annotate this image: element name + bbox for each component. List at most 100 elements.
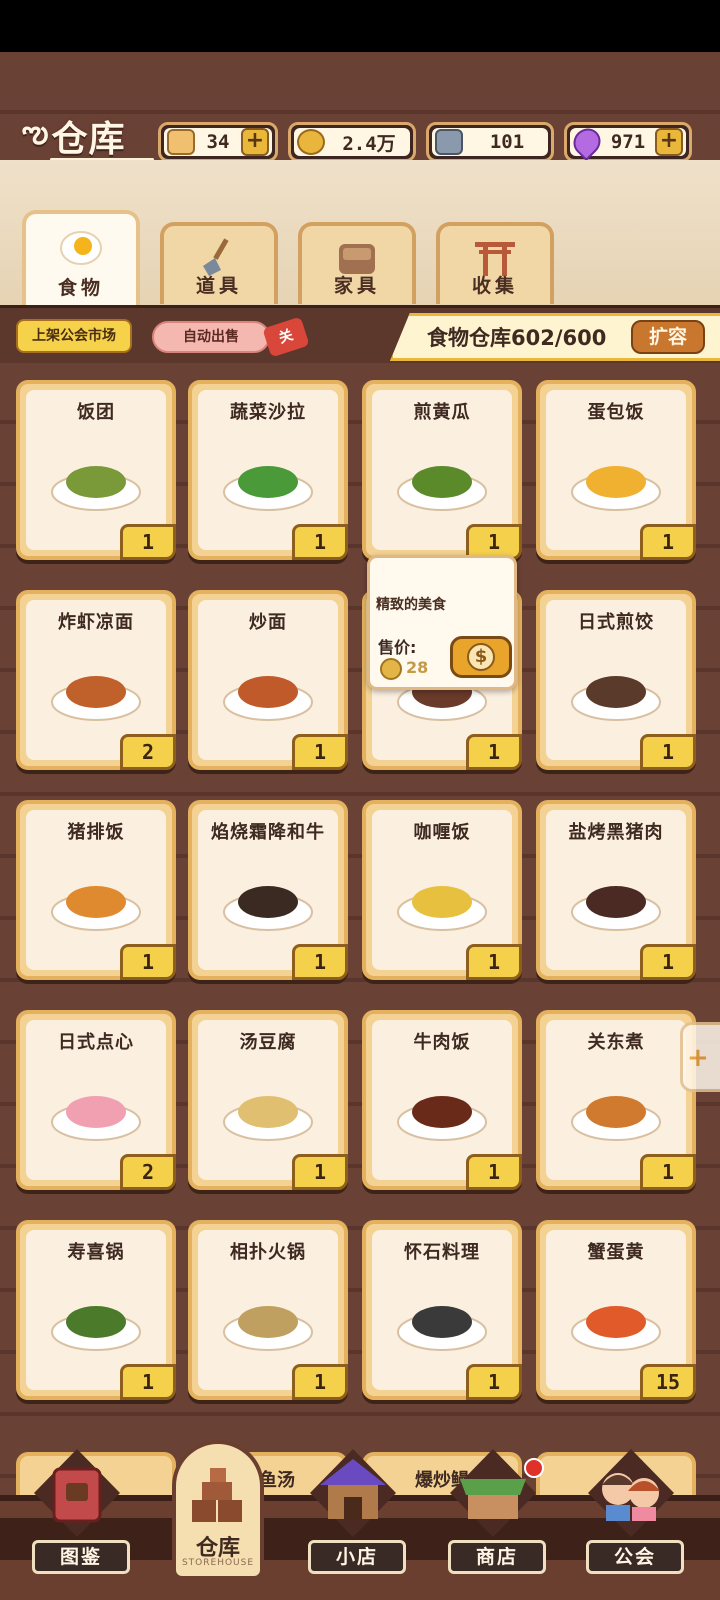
- dish-icon: [220, 1282, 316, 1354]
- dish-icon: [568, 652, 664, 724]
- tooltip-price-label: 售价:: [378, 638, 417, 657]
- food-item-card[interactable]: 相扑火锅 1: [188, 1220, 348, 1400]
- add-tickets-button[interactable]: +: [241, 128, 269, 156]
- dish-icon: [220, 862, 316, 934]
- dish-icon: [48, 1282, 144, 1354]
- food-item-quantity: 1: [120, 944, 176, 980]
- nav-storehouse-sublabel: STOREHOUSE: [181, 1558, 255, 1568]
- food-item-card[interactable]: 怀石料理 1: [362, 1220, 522, 1400]
- food-item-name: 日式点心: [58, 1032, 134, 1053]
- dish-icon: [394, 1072, 490, 1144]
- item-tooltip: 精致的美食 售价: 28 $: [367, 555, 517, 690]
- food-item-quantity: 2: [120, 1154, 176, 1190]
- food-item-name: 蟹蛋黄: [587, 1242, 645, 1263]
- food-item-quantity: 1: [292, 1364, 348, 1400]
- food-item-card[interactable]: 关东煮 1: [536, 1010, 696, 1190]
- food-item-card[interactable]: 汤豆腐 1: [188, 1010, 348, 1190]
- dish-icon: [568, 862, 664, 934]
- sell-button[interactable]: $: [450, 636, 512, 678]
- side-expand-button[interactable]: +: [680, 1022, 720, 1092]
- food-item-name: 怀石料理: [404, 1242, 480, 1263]
- tab-tools-label: 道具: [195, 275, 242, 297]
- food-item-name: 蛋包饭: [587, 402, 645, 423]
- tab-tools[interactable]: 道具: [160, 222, 278, 304]
- dish-icon: [394, 442, 490, 514]
- nav-encyclopedia[interactable]: 图鉴: [32, 1540, 130, 1574]
- food-item-name: 关东煮: [587, 1032, 645, 1053]
- market-stall-icon[interactable]: [446, 1445, 540, 1541]
- gem-count: 971: [610, 131, 646, 153]
- food-item-card[interactable]: 猪排饭 1: [16, 800, 176, 980]
- dish-icon: [568, 1282, 664, 1354]
- food-item-card[interactable]: 蛋包饭 1: [536, 380, 696, 560]
- food-item-quantity: 2: [120, 734, 176, 770]
- food-item-quantity: 1: [466, 734, 522, 770]
- food-item-card[interactable]: 炒面 1: [188, 590, 348, 770]
- shop-house-icon[interactable]: [306, 1445, 400, 1541]
- coin-count: 2.4万: [342, 132, 396, 155]
- food-item-card[interactable]: 焰烧霜降和牛 1: [188, 800, 348, 980]
- coin-icon: [297, 129, 325, 155]
- storehouse-icon: [192, 1468, 242, 1522]
- dollar-coin-icon: $: [467, 643, 495, 671]
- dish-icon: [48, 1072, 144, 1144]
- food-item-quantity: 1: [640, 524, 696, 560]
- dish-icon: [394, 862, 490, 934]
- dish-icon: [394, 1282, 490, 1354]
- food-item-name: 相扑火锅: [230, 1242, 306, 1263]
- food-item-name: 盐烤黑猪肉: [568, 822, 664, 843]
- guild-couple-icon[interactable]: [584, 1445, 678, 1541]
- food-item-name: 寿喜锅: [67, 1242, 125, 1263]
- food-item-card[interactable]: 寿喜锅 1: [16, 1220, 176, 1400]
- food-item-card[interactable]: 牛肉饭 1: [362, 1010, 522, 1190]
- food-item-quantity: 1: [120, 1364, 176, 1400]
- food-item-name: 汤豆腐: [239, 1032, 297, 1053]
- add-gems-button[interactable]: +: [655, 128, 683, 156]
- food-item-quantity: 1: [120, 524, 176, 560]
- food-item-card[interactable]: 饭团 1: [16, 380, 176, 560]
- food-item-name: 猪排饭: [67, 822, 125, 843]
- food-item-quantity: 1: [640, 734, 696, 770]
- plus-icon: +: [687, 1043, 709, 1073]
- notification-badge: [524, 1458, 544, 1478]
- food-item-quantity: 1: [292, 524, 348, 560]
- tooltip-description: 精致的美食: [376, 597, 446, 613]
- tab-food-label: 食物: [57, 277, 104, 299]
- tab-food[interactable]: 食物: [22, 210, 140, 306]
- food-item-name: 煎黄瓜: [413, 402, 471, 423]
- tab-collection[interactable]: 收集: [436, 222, 554, 304]
- food-item-quantity: 1: [466, 944, 522, 980]
- expand-button[interactable]: 扩容: [631, 320, 705, 354]
- food-item-card[interactable]: 日式点心 2: [16, 1010, 176, 1190]
- food-item-quantity: 15: [640, 1364, 696, 1400]
- nav-guild[interactable]: 公会: [586, 1540, 684, 1574]
- tooltip-price-value: 28: [406, 658, 429, 677]
- food-item-card[interactable]: 蔬菜沙拉 1: [188, 380, 348, 560]
- food-item-card[interactable]: 蟹蛋黄 15: [536, 1220, 696, 1400]
- tab-furniture-label: 家具: [333, 275, 380, 297]
- food-item-card[interactable]: 咖喱饭 1: [362, 800, 522, 980]
- nav-shop[interactable]: 小店: [308, 1540, 406, 1574]
- tab-furniture[interactable]: 家具: [298, 222, 416, 304]
- food-item-name: 咖喱饭: [413, 822, 471, 843]
- resource-tickets: 34 +: [158, 122, 278, 162]
- food-item-card[interactable]: 煎黄瓜 1: [362, 380, 522, 560]
- dish-icon: [220, 652, 316, 724]
- capacity-text: 食物仓库602/600: [427, 326, 607, 350]
- egg-icon: [59, 224, 103, 268]
- food-item-name: 牛肉饭: [413, 1032, 471, 1053]
- nav-storehouse[interactable]: 仓库 STOREHOUSE: [172, 1440, 264, 1580]
- nav-store[interactable]: 商店: [448, 1540, 546, 1574]
- hammer-icon: [435, 129, 463, 155]
- dish-icon: [48, 862, 144, 934]
- food-item-name: 蔬菜沙拉: [230, 402, 306, 423]
- guild-market-button[interactable]: 上架公会市场: [16, 319, 132, 353]
- auto-sell-toggle[interactable]: 自动出售: [152, 321, 270, 353]
- food-item-card[interactable]: 日式煎饺 1: [536, 590, 696, 770]
- ticket-icon: [167, 129, 195, 155]
- food-item-card[interactable]: 炸虾凉面 2: [16, 590, 176, 770]
- food-item-card[interactable]: 盐烤黑猪肉 1: [536, 800, 696, 980]
- food-item-quantity: 1: [292, 734, 348, 770]
- book-icon[interactable]: [30, 1445, 124, 1541]
- food-item-quantity: 1: [292, 1154, 348, 1190]
